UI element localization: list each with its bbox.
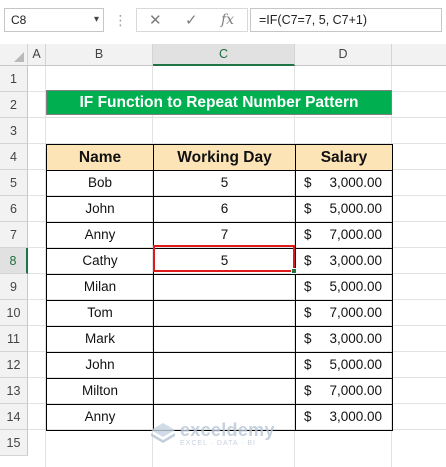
row-header-5[interactable]: 5 [0, 170, 28, 196]
salary-amount: 7,000.00 [329, 305, 382, 320]
salary-amount: 5,000.00 [329, 279, 382, 294]
salary-amount: 5,000.00 [329, 201, 382, 216]
watermark-brand: exceldemy [180, 420, 275, 440]
insert-function-icon[interactable]: fx [221, 12, 234, 28]
row-header-2[interactable]: 2 [0, 92, 28, 118]
active-cell-border [153, 245, 295, 272]
select-all-icon [14, 52, 24, 62]
row-header-7[interactable]: 7 [0, 222, 28, 248]
cell-name[interactable]: Mark [46, 326, 154, 353]
cell-salary[interactable]: $7,000.00 [295, 300, 393, 327]
cell-name[interactable]: Bob [46, 170, 154, 197]
cell-name[interactable]: Cathy [46, 248, 154, 275]
exceldemy-logo-icon [151, 423, 175, 443]
fill-handle[interactable] [291, 268, 297, 274]
row-header-14[interactable]: 14 [0, 404, 28, 430]
cell-salary[interactable]: $3,000.00 [295, 170, 393, 197]
cancel-icon[interactable]: ✕ [149, 11, 162, 29]
column-header-c[interactable]: C [153, 44, 295, 66]
salary-amount: 3,000.00 [329, 253, 382, 268]
column-header-e[interactable] [392, 44, 446, 66]
cell-name[interactable]: Anny [46, 222, 154, 249]
watermark-tagline: EXCEL · DATA · BI [180, 440, 256, 447]
row-header-15[interactable]: 15 [0, 430, 28, 456]
currency-symbol: $ [304, 331, 312, 346]
cell-name[interactable]: John [46, 352, 154, 379]
cell-salary[interactable]: $5,000.00 [295, 352, 393, 379]
cell-name[interactable]: Tom [46, 300, 154, 327]
cell-salary[interactable]: $3,000.00 [295, 248, 393, 275]
currency-symbol: $ [304, 383, 312, 398]
row-header-13[interactable]: 13 [0, 378, 28, 404]
currency-symbol: $ [304, 305, 312, 320]
chevron-down-icon[interactable]: ▾ [94, 9, 99, 31]
currency-symbol: $ [304, 201, 312, 216]
select-all-corner[interactable] [0, 44, 28, 66]
salary-amount: 3,000.00 [329, 409, 382, 424]
cell-working-day[interactable] [153, 274, 296, 301]
row-header-8[interactable]: 8 [0, 248, 28, 274]
column-header-b[interactable]: B [46, 44, 153, 66]
salary-amount: 3,000.00 [329, 175, 382, 190]
salary-amount: 3,000.00 [329, 331, 382, 346]
cell-working-day[interactable]: 6 [153, 196, 296, 223]
name-box[interactable]: C8 ▾ [4, 8, 104, 32]
header-working-day[interactable]: Working Day [153, 144, 296, 171]
currency-symbol: $ [304, 175, 312, 190]
cell-salary[interactable]: $7,000.00 [295, 222, 393, 249]
salary-amount: 7,000.00 [329, 227, 382, 242]
row-gridline [28, 117, 446, 118]
cell-name[interactable]: John [46, 196, 154, 223]
cell-working-day[interactable]: 5 [153, 170, 296, 197]
currency-symbol: $ [304, 357, 312, 372]
currency-symbol: $ [304, 279, 312, 294]
row-header-12[interactable]: 12 [0, 352, 28, 378]
currency-symbol: $ [304, 227, 312, 242]
cell-name[interactable]: Anny [46, 404, 154, 431]
header-name[interactable]: Name [46, 144, 154, 171]
column-header-a[interactable]: A [28, 44, 46, 66]
column-header-d[interactable]: D [295, 44, 392, 66]
cell-salary[interactable]: $5,000.00 [295, 196, 393, 223]
exceldemy-watermark: exceldemy EXCEL · DATA · BI [150, 420, 310, 450]
cell-salary[interactable]: $3,000.00 [295, 326, 393, 353]
title-cell[interactable]: IF Function to Repeat Number Pattern [46, 90, 392, 115]
row-header-1[interactable]: 1 [0, 66, 28, 92]
cell-working-day[interactable] [153, 326, 296, 353]
enter-icon[interactable]: ✓ [185, 11, 198, 29]
formula-bar-splitter-icon[interactable]: ⋮ [113, 10, 128, 30]
row-header-9[interactable]: 9 [0, 274, 28, 300]
cell-working-day[interactable] [153, 352, 296, 379]
salary-amount: 5,000.00 [329, 357, 382, 372]
cell-salary[interactable]: $5,000.00 [295, 274, 393, 301]
row-header-6[interactable]: 6 [0, 196, 28, 222]
formula-input[interactable]: =IF(C7=7, 5, C7+1) [250, 8, 442, 32]
row-header-4[interactable]: 4 [0, 144, 28, 170]
formula-buttons: ✕ ✓ fx [136, 8, 248, 32]
name-box-value: C8 [11, 13, 27, 27]
row-header-10[interactable]: 10 [0, 300, 28, 326]
row-header-3[interactable]: 3 [0, 118, 28, 144]
currency-symbol: $ [304, 253, 312, 268]
row-header-11[interactable]: 11 [0, 326, 28, 352]
cell-working-day[interactable] [153, 378, 296, 405]
cell-working-day[interactable] [153, 300, 296, 327]
cell-name[interactable]: Milton [46, 378, 154, 405]
header-salary[interactable]: Salary [295, 144, 393, 171]
cell-name[interactable]: Milan [46, 274, 154, 301]
cell-salary[interactable]: $7,000.00 [295, 378, 393, 405]
salary-amount: 7,000.00 [329, 383, 382, 398]
